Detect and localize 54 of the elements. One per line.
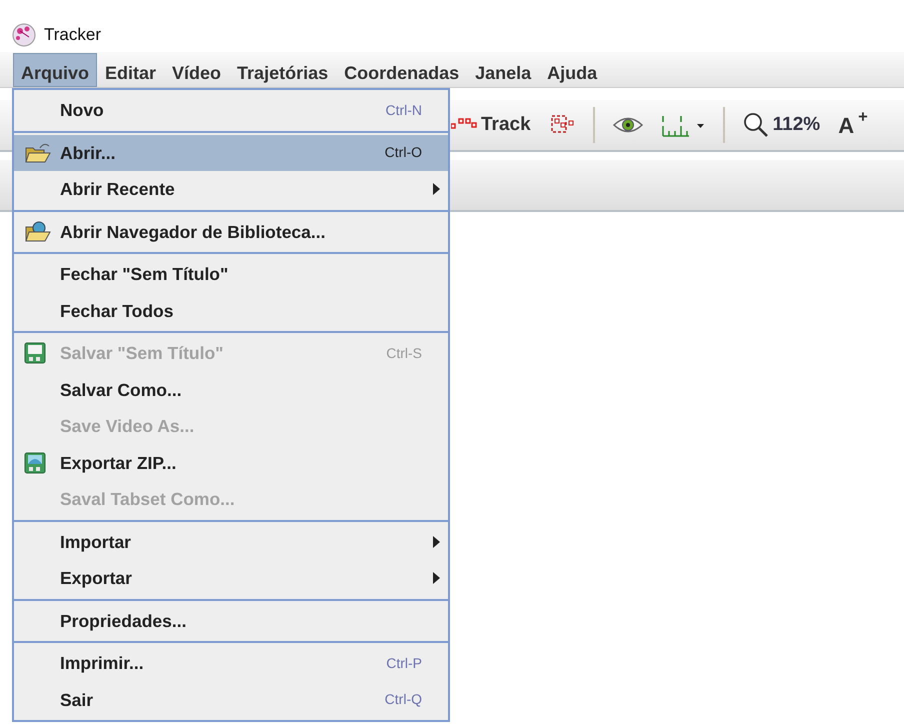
menu-label: Imprimir... [60, 652, 145, 676]
menu-label: Exportar ZIP... [60, 452, 178, 475]
menu-item[interactable]: Ajuda [539, 53, 606, 87]
menu-label: Salvar Como... [60, 378, 183, 402]
menu-item[interactable]: Editar [97, 53, 164, 87]
menu-entry[interactable]: Fechar Todos [14, 292, 448, 329]
menu-entry[interactable]: Abrir Navegador de Biblioteca... [14, 214, 448, 250]
floppy-disk-picture-icon [24, 452, 46, 474]
menu-item[interactable]: Arquivo [13, 53, 98, 87]
font-size-button[interactable]: A$^{+}$ [838, 108, 868, 142]
shortcut-label: Ctrl-Q [384, 690, 422, 710]
points-icon [451, 118, 477, 132]
shortcut-label: Ctrl-S [386, 344, 422, 363]
menu-label: Abrir Navegador de Biblioteca... [60, 220, 326, 244]
menu-label: Save Video As... [60, 415, 196, 438]
menu-label: Saval Tabset Como... [60, 488, 236, 512]
menu-entry[interactable]: Salvar Como... [14, 372, 448, 408]
shortcut-label: Ctrl-O [384, 143, 422, 162]
menu-entry[interactable]: Imprimir... Ctrl-P [14, 645, 448, 682]
menu-entry[interactable]: Abrir... Ctrl-O [14, 134, 448, 171]
menu-label: Propriedades... [60, 610, 188, 633]
menu-item[interactable]: Vídeo [164, 53, 230, 87]
track-button[interactable]: Track [481, 110, 531, 140]
app-logo-icon [12, 23, 36, 47]
menu-label: Fechar Todos [60, 300, 174, 323]
search-icon [742, 112, 769, 138]
menu-label: Exportar [60, 567, 133, 590]
menu-entry[interactable]: Sair Ctrl-Q [14, 682, 448, 718]
menu-label: Sair [60, 688, 94, 712]
menu-label: Salvar "Sem Título" [60, 342, 224, 366]
eye-icon[interactable] [612, 116, 643, 134]
menu-entry[interactable]: Fechar "Sem Título" [14, 256, 448, 292]
menu-label: Importar [60, 530, 132, 554]
menu-label: Abrir... [60, 142, 116, 165]
menu-label: Fechar "Sem Título" [60, 263, 230, 286]
menu-entry[interactable]: Importar [14, 524, 448, 560]
menu-label: Novo [60, 99, 105, 122]
menu-entry[interactable]: Abrir Recente [14, 171, 448, 208]
zoom-level: 112% [772, 112, 820, 137]
menu-item[interactable]: Coordenadas [336, 53, 468, 87]
menu-entry[interactable]: Propriedades... [14, 602, 448, 639]
shortcut-label: Ctrl-N [385, 100, 422, 120]
folder-globe-icon [24, 220, 52, 243]
window-title: Tracker [44, 24, 101, 46]
menu-entry[interactable]: Exportar [14, 560, 448, 596]
menu-item[interactable]: Trajetórias [229, 53, 336, 87]
selection-icon[interactable] [548, 114, 575, 136]
menu-entry[interactable]: Novo Ctrl-N [14, 92, 448, 128]
shortcut-label: Ctrl-P [386, 654, 422, 673]
folder-icon [24, 142, 52, 164]
zoom-button[interactable]: 112% [742, 110, 820, 140]
menu-entry[interactable]: Exportar ZIP... [14, 444, 448, 481]
menu-item[interactable]: Janela [467, 53, 540, 87]
menu-label: Abrir Recente [60, 178, 176, 202]
